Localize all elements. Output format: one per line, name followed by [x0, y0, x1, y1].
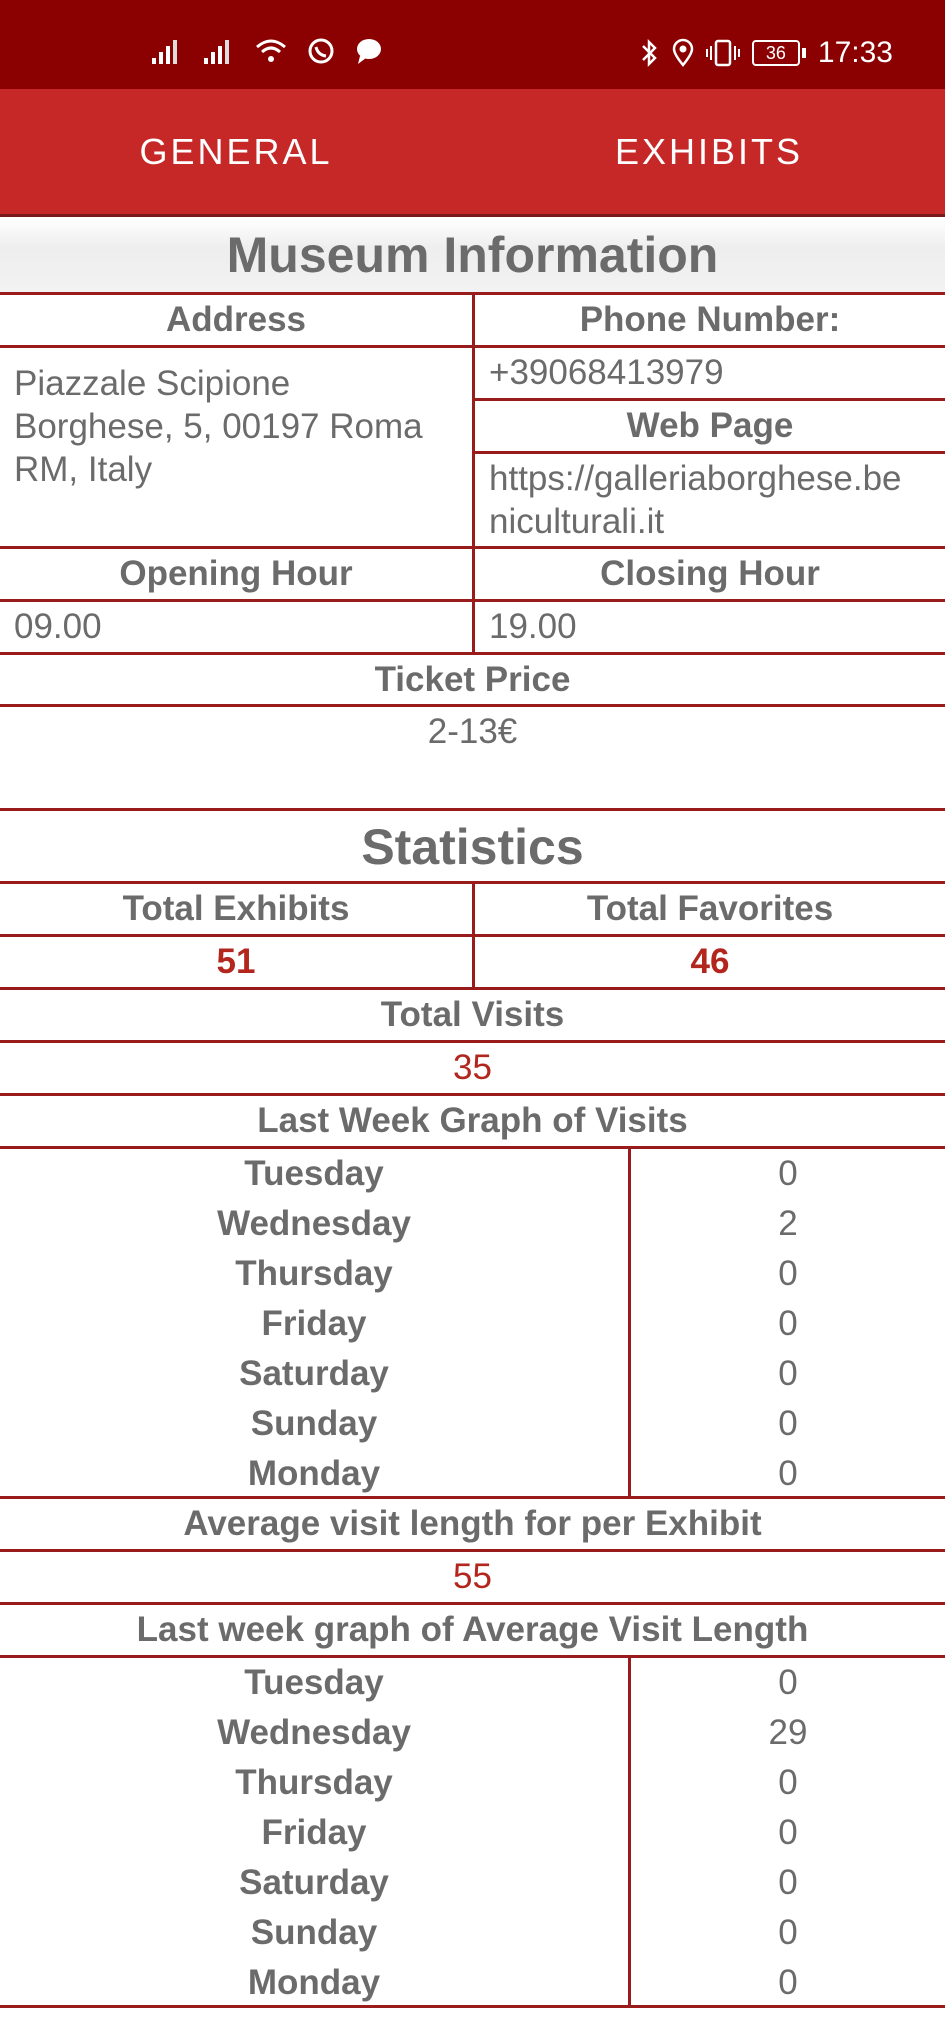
total-exhibits-value: 51	[216, 942, 256, 981]
closing-hour-label: Closing Hour	[600, 554, 820, 593]
visits-day: Sunday	[250, 1404, 378, 1443]
avg-day: Wednesday	[217, 1713, 411, 1752]
opening-hour-label: Opening Hour	[119, 554, 353, 593]
web-label: Web Page	[626, 406, 794, 445]
visits-day: Thursday	[235, 1254, 393, 1293]
wifi-icon	[254, 36, 288, 66]
avg-day: Tuesday	[244, 1663, 384, 1702]
visits-day: Saturday	[239, 1354, 389, 1393]
web-value[interactable]: https://galleriaborghese.beniculturali.i…	[475, 457, 945, 543]
visits-count: 2	[778, 1204, 798, 1243]
avg-graph-label: Last week graph of Average Visit Length	[136, 1610, 809, 1649]
visits-count: 0	[778, 1254, 798, 1293]
avg-length: 0	[778, 1763, 798, 1802]
avg-length: 0	[778, 1813, 798, 1852]
clock: 17:33	[817, 36, 893, 69]
ticket-price-label: Ticket Price	[374, 660, 571, 699]
vibrate-icon	[705, 38, 740, 68]
total-exhibits-label: Total Exhibits	[122, 889, 350, 928]
tab-exhibits[interactable]: EXHIBITS	[473, 89, 945, 214]
visits-count: 0	[778, 1404, 798, 1443]
museum-info-title: Museum Information	[0, 218, 945, 292]
visits-day: Wednesday	[217, 1204, 411, 1243]
avg-visit-length-label: Average visit length for per Exhibit	[183, 1504, 762, 1543]
message-icon	[354, 36, 384, 66]
signal-icon	[150, 36, 184, 66]
avg-day: Saturday	[239, 1863, 389, 1902]
divider	[472, 881, 475, 987]
divider	[475, 451, 945, 454]
visits-count: 0	[778, 1304, 798, 1343]
statistics-title: Statistics	[361, 819, 584, 875]
signal-icon	[202, 36, 236, 66]
closing-hour-value: 19.00	[489, 607, 577, 646]
visits-count: 0	[778, 1354, 798, 1393]
phone-label: Phone Number:	[579, 300, 841, 339]
avg-day: Monday	[247, 1963, 381, 2002]
visits-day: Tuesday	[244, 1154, 384, 1193]
opening-hour-value: 09.00	[14, 607, 102, 646]
visits-graph-label: Last Week Graph of Visits	[257, 1101, 688, 1140]
address-label: Address	[165, 300, 307, 339]
visits-count: 0	[778, 1454, 798, 1493]
divider	[0, 2005, 945, 2008]
avg-length: 0	[778, 1913, 798, 1952]
tab-general[interactable]: GENERAL	[0, 89, 472, 214]
total-favorites-value: 46	[690, 942, 730, 981]
avg-length: 29	[768, 1713, 808, 1752]
ticket-price-value: 2-13€	[427, 712, 518, 751]
address-value: Piazzale Scipione Borghese, 5, 00197 Rom…	[14, 364, 423, 489]
avg-length: 0	[778, 1963, 798, 2002]
status-bar: 36 17:33	[0, 0, 945, 89]
tab-bar: GENERAL EXHIBITS	[0, 89, 945, 217]
location-icon	[672, 38, 694, 68]
avg-day: Thursday	[235, 1763, 393, 1802]
avg-visit-length-value: 55	[453, 1557, 492, 1596]
phone-value[interactable]: +39068413979	[475, 348, 945, 398]
visits-day: Friday	[261, 1304, 367, 1343]
bluetooth-icon	[640, 38, 660, 68]
avg-length: 0	[778, 1863, 798, 1902]
total-favorites-label: Total Favorites	[586, 889, 834, 928]
visits-count: 0	[778, 1154, 798, 1193]
total-visits-value: 35	[453, 1048, 492, 1087]
total-visits-label: Total Visits	[380, 995, 565, 1034]
whatsapp-icon	[306, 36, 336, 66]
avg-day: Sunday	[250, 1913, 378, 1952]
avg-day: Friday	[261, 1813, 367, 1852]
avg-length: 0	[778, 1663, 798, 1702]
battery-icon: 36	[751, 40, 806, 66]
visits-day: Monday	[247, 1454, 381, 1493]
